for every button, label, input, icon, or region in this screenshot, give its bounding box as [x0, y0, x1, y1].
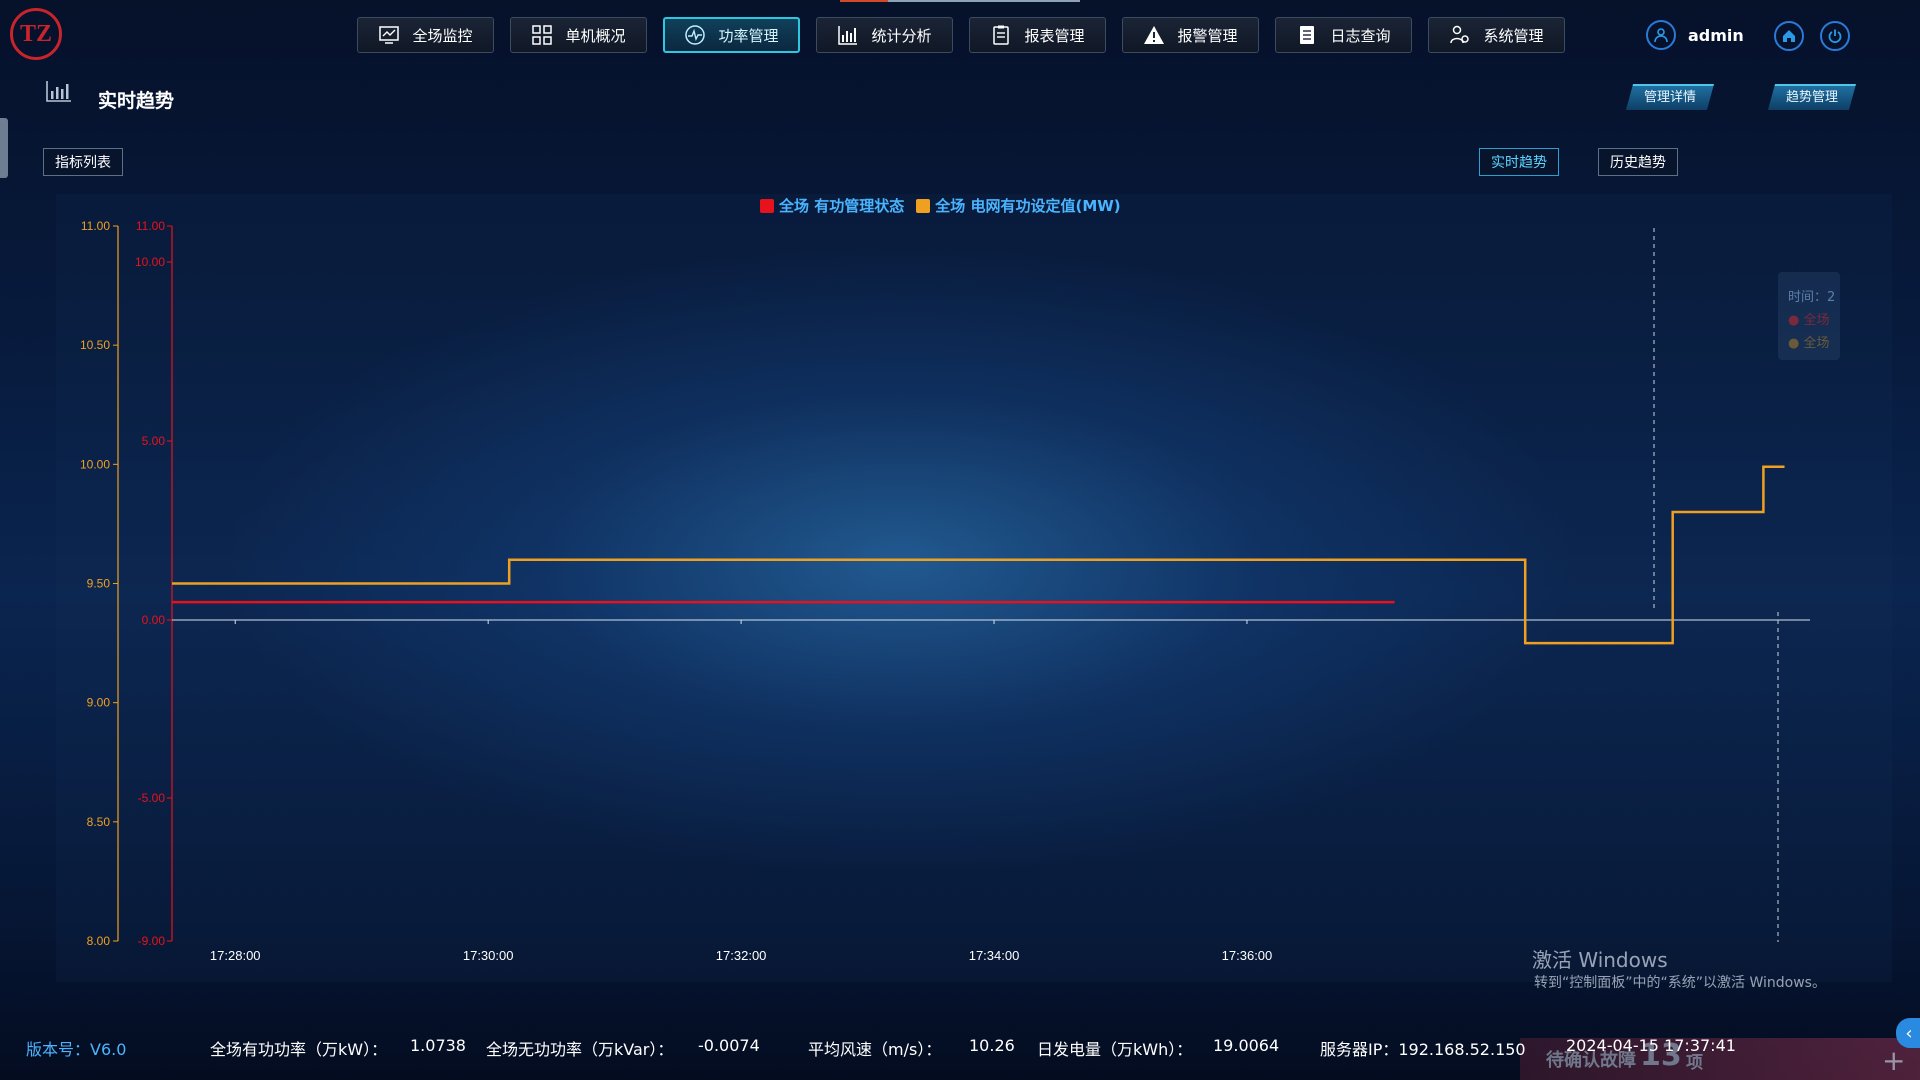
monitor-icon — [378, 24, 400, 46]
nav-button-3[interactable]: 统计分析 — [816, 17, 953, 53]
manage-detail-button[interactable]: 管理详情 — [1626, 84, 1715, 110]
version-label: 版本号：V6.0 — [26, 1040, 127, 1059]
power-icon[interactable] — [1820, 21, 1850, 51]
datetime: 2024-04-15 17:37:41 — [1566, 1036, 1736, 1055]
nav-button-4[interactable]: 报表管理 — [969, 17, 1106, 53]
main-nav: 全场监控 单机概况 功率管理 统计分析 报表管理 报警管理 日志查询 系统管理 — [357, 17, 1565, 53]
clipboard-icon — [990, 24, 1012, 46]
legend-item-status[interactable]: 全场 有功管理状态 — [760, 195, 904, 216]
users-settings-icon — [1449, 24, 1471, 46]
nav-label: 报表管理 — [1024, 26, 1085, 45]
chart-tooltip: 时间：2 ● 全场 ● 全场 — [1778, 272, 1840, 360]
nav-label: 全场监控 — [412, 26, 473, 45]
wind-speed-value: 10.26 — [969, 1036, 1015, 1055]
logo: TZ — [10, 8, 62, 60]
legend-swatch-orange — [916, 198, 931, 213]
nav-button-5[interactable]: 报警管理 — [1122, 17, 1259, 53]
windows-watermark-title: 激活 Windows — [1532, 948, 1668, 972]
power-gauge-icon — [684, 24, 706, 46]
active-power-label: 全场有功功率（万kW）： — [210, 1040, 388, 1059]
legend-label-setpoint: 全场 电网有功设定值(MW) — [935, 197, 1121, 215]
tooltip-series-2: ● 全场 — [1788, 336, 1830, 351]
daily-energy-label: 日发电量（万kWh）： — [1037, 1040, 1193, 1059]
server-ip: 服务器IP：192.168.52.150 — [1320, 1040, 1526, 1059]
user-area[interactable]: admin — [1646, 20, 1744, 50]
nav-label: 系统管理 — [1483, 26, 1544, 45]
trend-chart-icon — [46, 81, 71, 102]
nav-button-1[interactable]: 单机概况 — [510, 17, 647, 53]
nav-button-2[interactable]: 功率管理 — [663, 17, 800, 53]
nav-label: 功率管理 — [718, 26, 779, 45]
page-title: 实时趋势 — [98, 90, 175, 112]
indicator-list-button[interactable]: 指标列表 — [43, 148, 123, 176]
reactive-power-label: 全场无功功率（万kVar）： — [486, 1040, 674, 1059]
active-power-value: 1.0738 — [410, 1036, 466, 1055]
side-collapse-handle[interactable] — [0, 118, 8, 178]
reactive-power-value: -0.0074 — [698, 1036, 760, 1055]
tooltip-time: 时间：2 — [1788, 290, 1836, 305]
home-icon[interactable] — [1774, 21, 1804, 51]
legend-item-setpoint[interactable]: 全场 电网有功设定值(MW) — [916, 195, 1121, 216]
wind-speed-label: 平均风速（m/s）： — [808, 1040, 942, 1059]
nav-button-7[interactable]: 系统管理 — [1428, 17, 1565, 53]
history-trend-button[interactable]: 历史趋势 — [1598, 148, 1678, 176]
top-accent-line — [840, 0, 1080, 2]
nav-button-0[interactable]: 全场监控 — [357, 17, 494, 53]
nav-label: 单机概况 — [565, 26, 626, 45]
realtime-trend-button[interactable]: 实时趋势 — [1479, 148, 1559, 176]
trend-manage-button[interactable]: 趋势管理 — [1768, 84, 1857, 110]
nav-label: 报警管理 — [1177, 26, 1238, 45]
nav-label: 日志查询 — [1330, 26, 1391, 45]
grid-icon — [531, 24, 553, 46]
nav-label: 统计分析 — [871, 26, 932, 45]
legend-label-status: 全场 有功管理状态 — [779, 197, 905, 215]
user-name: admin — [1688, 25, 1744, 45]
chart-panel — [56, 194, 1892, 982]
user-icon[interactable] — [1646, 20, 1676, 50]
windows-watermark-text: 转到“控制面板”中的“系统”以激活 Windows。 — [1534, 975, 1826, 991]
legend-swatch-red — [760, 198, 774, 213]
status-footer: 版本号：V6.0 全场有功功率（万kW）： 1.0738 全场无功功率（万kVa… — [0, 1036, 1920, 1076]
chart-legend[interactable]: 全场 有功管理状态 全场 电网有功设定值(MW) — [760, 195, 1121, 216]
nav-button-6[interactable]: 日志查询 — [1275, 17, 1412, 53]
top-bar: TZ 全场监控 单机概况 功率管理 统计分析 报表管理 报警管理 日志查询 系统管理 admi… — [0, 0, 1920, 70]
tooltip-series-1: ● 全场 — [1788, 313, 1830, 328]
daily-energy-value: 19.0064 — [1213, 1036, 1280, 1055]
log-icon — [1296, 24, 1318, 46]
warning-icon — [1143, 24, 1165, 46]
bar-chart-icon — [837, 24, 859, 46]
